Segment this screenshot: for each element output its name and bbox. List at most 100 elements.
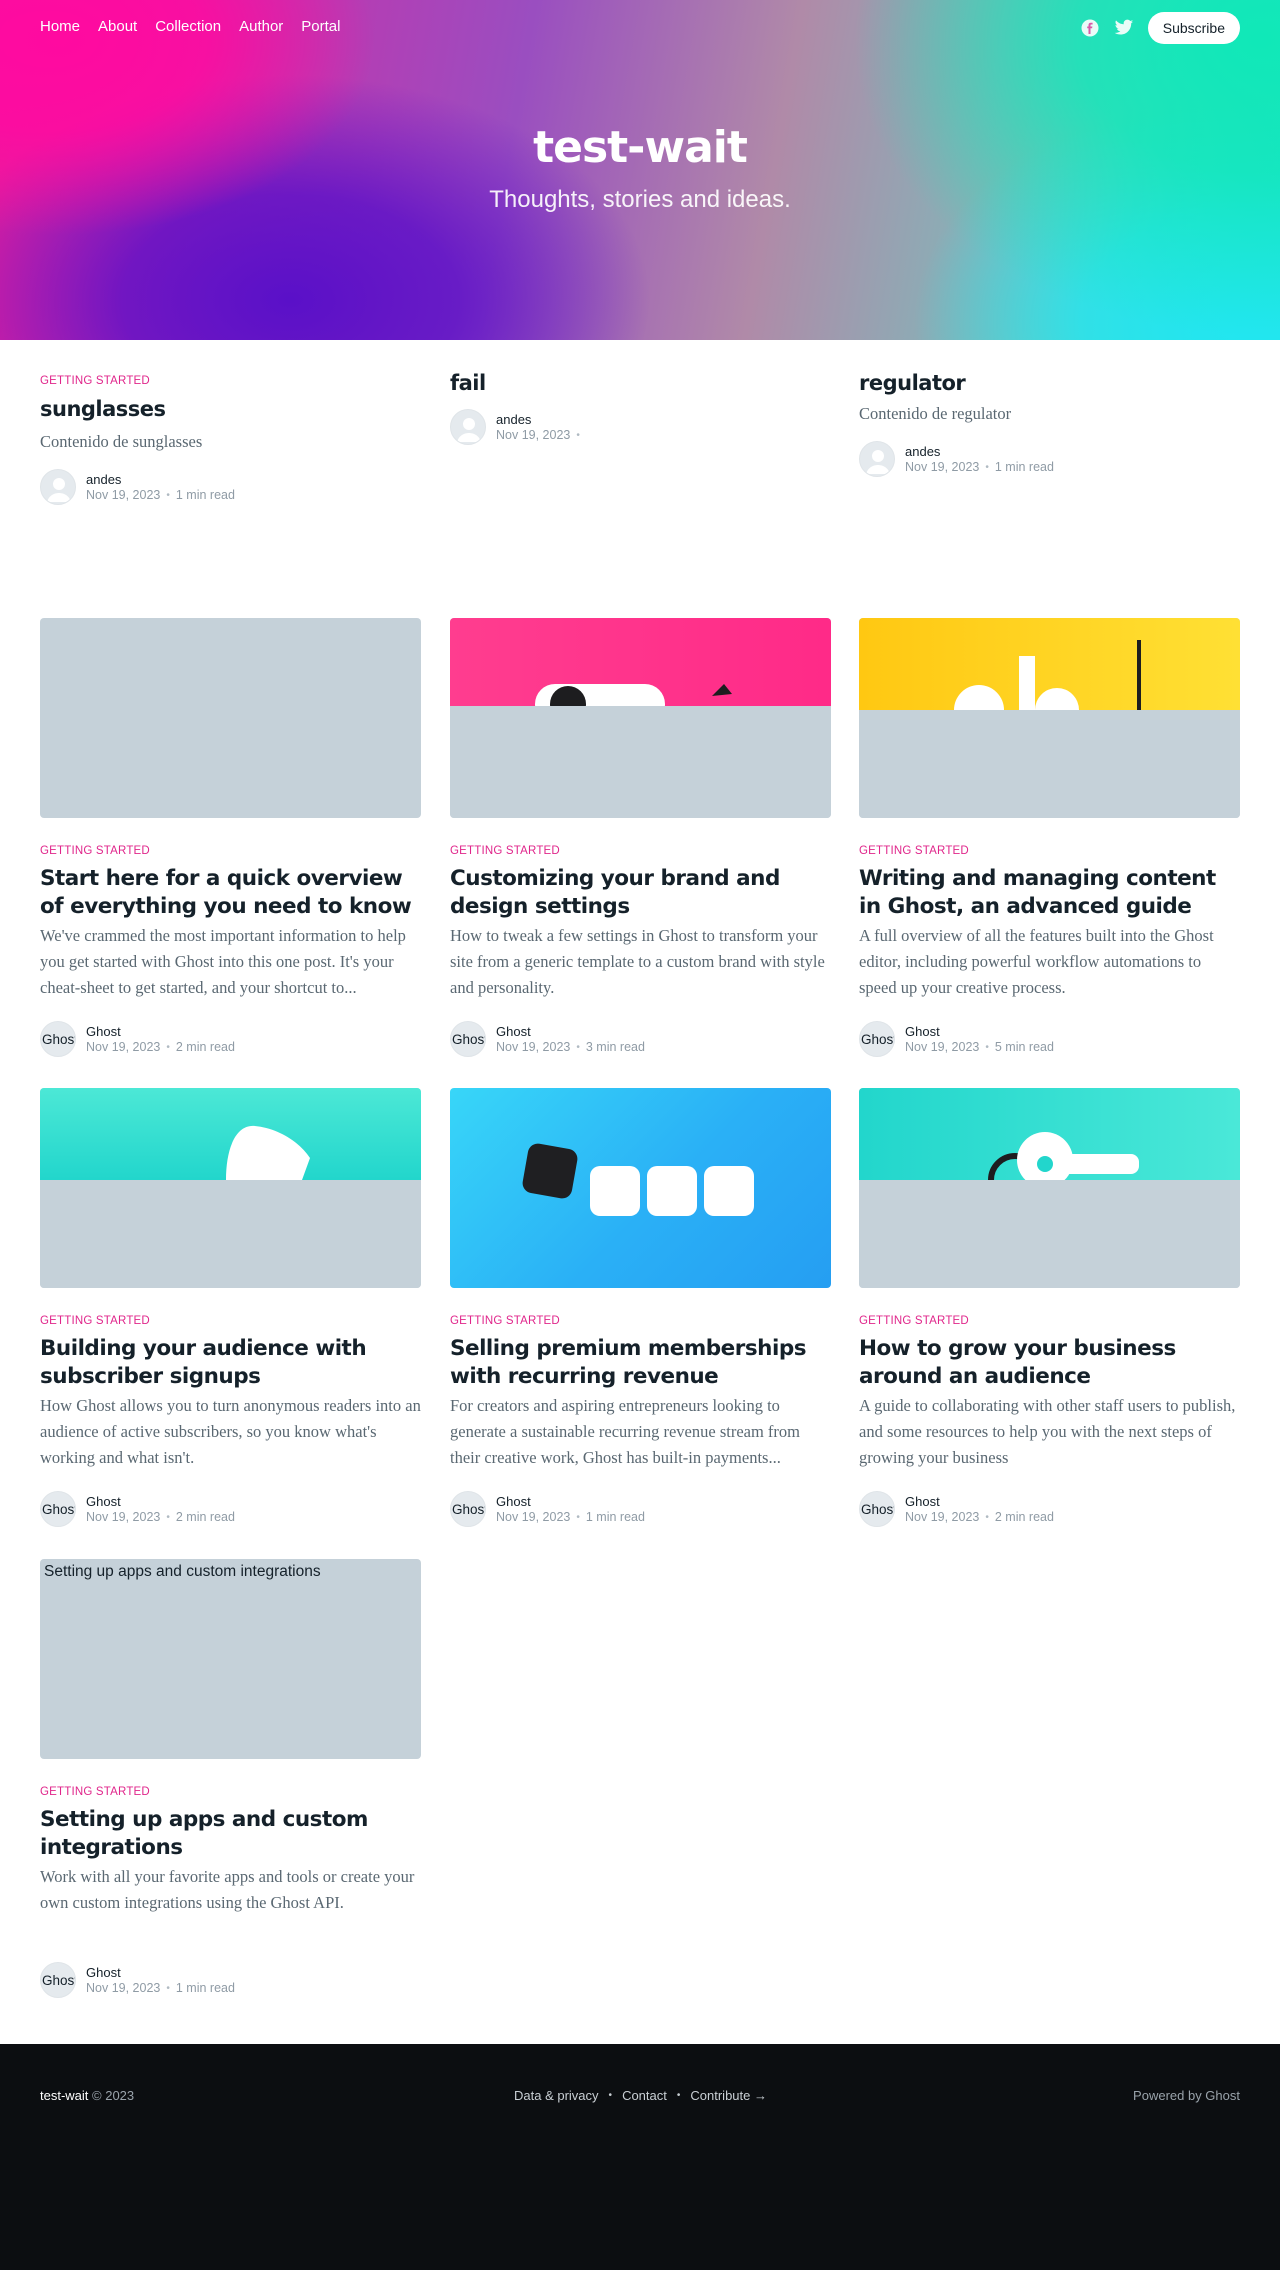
post-image[interactable] — [40, 618, 421, 818]
site-description: Thoughts, stories and ideas. — [489, 186, 791, 213]
post-date: Nov 19, 2023 — [496, 428, 571, 442]
separator-dot: • — [166, 489, 170, 501]
text-editor-icon — [954, 640, 1141, 710]
nav-about[interactable]: About — [98, 18, 137, 35]
image-placeholder — [859, 710, 1240, 818]
post-author[interactable]: Ghost — [496, 1494, 645, 1509]
post-title[interactable]: fail — [450, 371, 830, 395]
post-tag[interactable]: Getting Started — [450, 1315, 560, 1327]
post-image[interactable] — [450, 1088, 831, 1288]
avatar[interactable] — [859, 441, 895, 477]
avatar[interactable]: Ghost — [40, 1962, 76, 1998]
post-author[interactable]: Ghost — [86, 1024, 235, 1039]
image-placeholder — [859, 1180, 1240, 1288]
site-footer: test-wait © 2023 Data & privacy • Contac… — [0, 2044, 1280, 2270]
featured-post[interactable]: fail andes Nov 19, 2023 • — [450, 371, 830, 445]
post-excerpt: Contenido de sunglasses — [40, 432, 203, 451]
post-author[interactable]: andes — [496, 412, 586, 427]
post-title[interactable]: regulator — [859, 371, 1239, 395]
post-image[interactable] — [859, 618, 1240, 818]
avatar[interactable]: Ghost — [450, 1021, 486, 1057]
post-tag[interactable]: Getting Started — [859, 845, 969, 857]
site-title: test-wait — [533, 122, 748, 173]
post-title[interactable]: Setting up apps and custom integrations — [40, 1806, 421, 1862]
footer-link-privacy[interactable]: Data & privacy — [514, 2088, 599, 2103]
image-placeholder — [450, 706, 831, 818]
post-tag[interactable]: Getting Started — [40, 1786, 150, 1798]
post-image[interactable]: Setting up apps and custom integrations — [40, 1559, 421, 1759]
avatar[interactable]: Ghost — [859, 1491, 895, 1527]
avatar[interactable]: Ghost — [40, 1021, 76, 1057]
nav-collection[interactable]: Collection — [155, 18, 221, 35]
post-tag[interactable]: Getting Started — [40, 845, 150, 857]
nav-portal[interactable]: Portal — [301, 18, 340, 35]
avatar[interactable]: Ghost — [859, 1021, 895, 1057]
post-title[interactable]: sunglasses — [40, 397, 420, 421]
brand-shape-icon — [535, 684, 732, 724]
post-meta: Ghost Ghost Nov 19, 2023 • 1 min read — [450, 1491, 645, 1527]
post-excerpt: Contenido de regulator — [859, 404, 1012, 423]
separator-dot: • — [166, 1041, 170, 1053]
post-date: Nov 19, 2023 — [86, 1981, 161, 1995]
post-title[interactable]: Writing and managing content in Ghost, a… — [859, 865, 1240, 921]
post-author[interactable]: Ghost — [905, 1024, 1054, 1039]
nav-home[interactable]: Home — [40, 18, 80, 35]
post-image[interactable] — [450, 618, 831, 818]
post-author[interactable]: Ghost — [86, 1494, 235, 1509]
post-tag[interactable]: Getting Started — [40, 375, 420, 387]
post-card[interactable]: Getting Started Building your audience w… — [40, 1088, 421, 1528]
avatar-alt-text: Ghost — [861, 1502, 895, 1517]
post-excerpt: How Ghost allows you to turn anonymous r… — [40, 1396, 421, 1467]
image-visible-part — [859, 618, 1240, 710]
post-card[interactable]: Getting Started Selling premium membersh… — [450, 1088, 831, 1528]
post-author[interactable]: andes — [86, 472, 235, 487]
nav-author[interactable]: Author — [239, 18, 283, 35]
powered-by-ghost[interactable]: Powered by Ghost — [1133, 2088, 1240, 2103]
post-date: Nov 19, 2023 — [905, 1510, 980, 1524]
post-title[interactable]: Building your audience with subscriber s… — [40, 1335, 421, 1391]
post-tag[interactable]: Getting Started — [859, 1315, 969, 1327]
facebook-icon[interactable] — [1080, 18, 1100, 38]
avatar-alt-text: Ghost — [861, 1032, 895, 1047]
subscribe-button[interactable]: Subscribe — [1147, 12, 1240, 44]
featured-post[interactable]: regulator Contenido de regulator andes N… — [859, 371, 1239, 477]
separator-dot: • — [676, 2090, 681, 2101]
membership-tiers-icon — [522, 1143, 754, 1216]
footer-link-contact[interactable]: Contact — [622, 2088, 667, 2103]
post-card[interactable]: Setting up apps and custom integrations … — [40, 1559, 421, 1999]
post-image[interactable] — [859, 1088, 1240, 1288]
post-title[interactable]: Start here for a quick overview of every… — [40, 865, 421, 921]
post-author[interactable]: Ghost — [496, 1024, 645, 1039]
post-card[interactable]: Getting Started Start here for a quick o… — [40, 618, 421, 1058]
post-author[interactable]: Ghost — [905, 1494, 1054, 1509]
post-meta: andes Nov 19, 2023 • — [450, 409, 830, 445]
avatar-alt-text: Ghost — [452, 1502, 486, 1517]
post-title[interactable]: Customizing your brand and design settin… — [450, 865, 831, 921]
avatar[interactable]: Ghost — [450, 1491, 486, 1527]
post-tag[interactable]: Getting Started — [40, 1315, 150, 1327]
post-excerpt: A guide to collaborating with other staf… — [859, 1396, 1236, 1467]
post-tag[interactable]: Getting Started — [450, 845, 560, 857]
featured-post[interactable]: Getting Started sunglasses Contenido de … — [40, 375, 420, 505]
separator-dot: • — [608, 2090, 613, 2101]
footer-site-title[interactable]: test-wait — [40, 2088, 88, 2103]
post-author[interactable]: Ghost — [86, 1965, 235, 1980]
avatar[interactable] — [450, 409, 486, 445]
footer-link-contribute[interactable]: Contribute → — [690, 2088, 767, 2103]
twitter-icon[interactable] — [1114, 18, 1134, 38]
post-author[interactable]: andes — [905, 444, 1054, 459]
post-card[interactable]: Getting Started How to grow your busines… — [859, 1088, 1240, 1528]
avatar-alt-text: Ghost — [42, 1502, 76, 1517]
post-title[interactable]: How to grow your business around an audi… — [859, 1335, 1240, 1391]
image-alt-text: Setting up apps and custom integrations — [44, 1563, 321, 1580]
footer-copyright: test-wait © 2023 — [40, 2088, 134, 2103]
post-title[interactable]: Selling premium memberships with recurri… — [450, 1335, 831, 1391]
post-card[interactable]: Getting Started Customizing your brand a… — [450, 618, 831, 1058]
avatar-alt-text: Ghost — [452, 1032, 486, 1047]
avatar-alt-text: Ghost — [42, 1032, 76, 1047]
avatar[interactable] — [40, 469, 76, 505]
post-card[interactable]: Getting Started Writing and managing con… — [859, 618, 1240, 1058]
avatar[interactable]: Ghost — [40, 1491, 76, 1527]
user-placeholder-icon — [866, 450, 890, 474]
post-image[interactable] — [40, 1088, 421, 1288]
